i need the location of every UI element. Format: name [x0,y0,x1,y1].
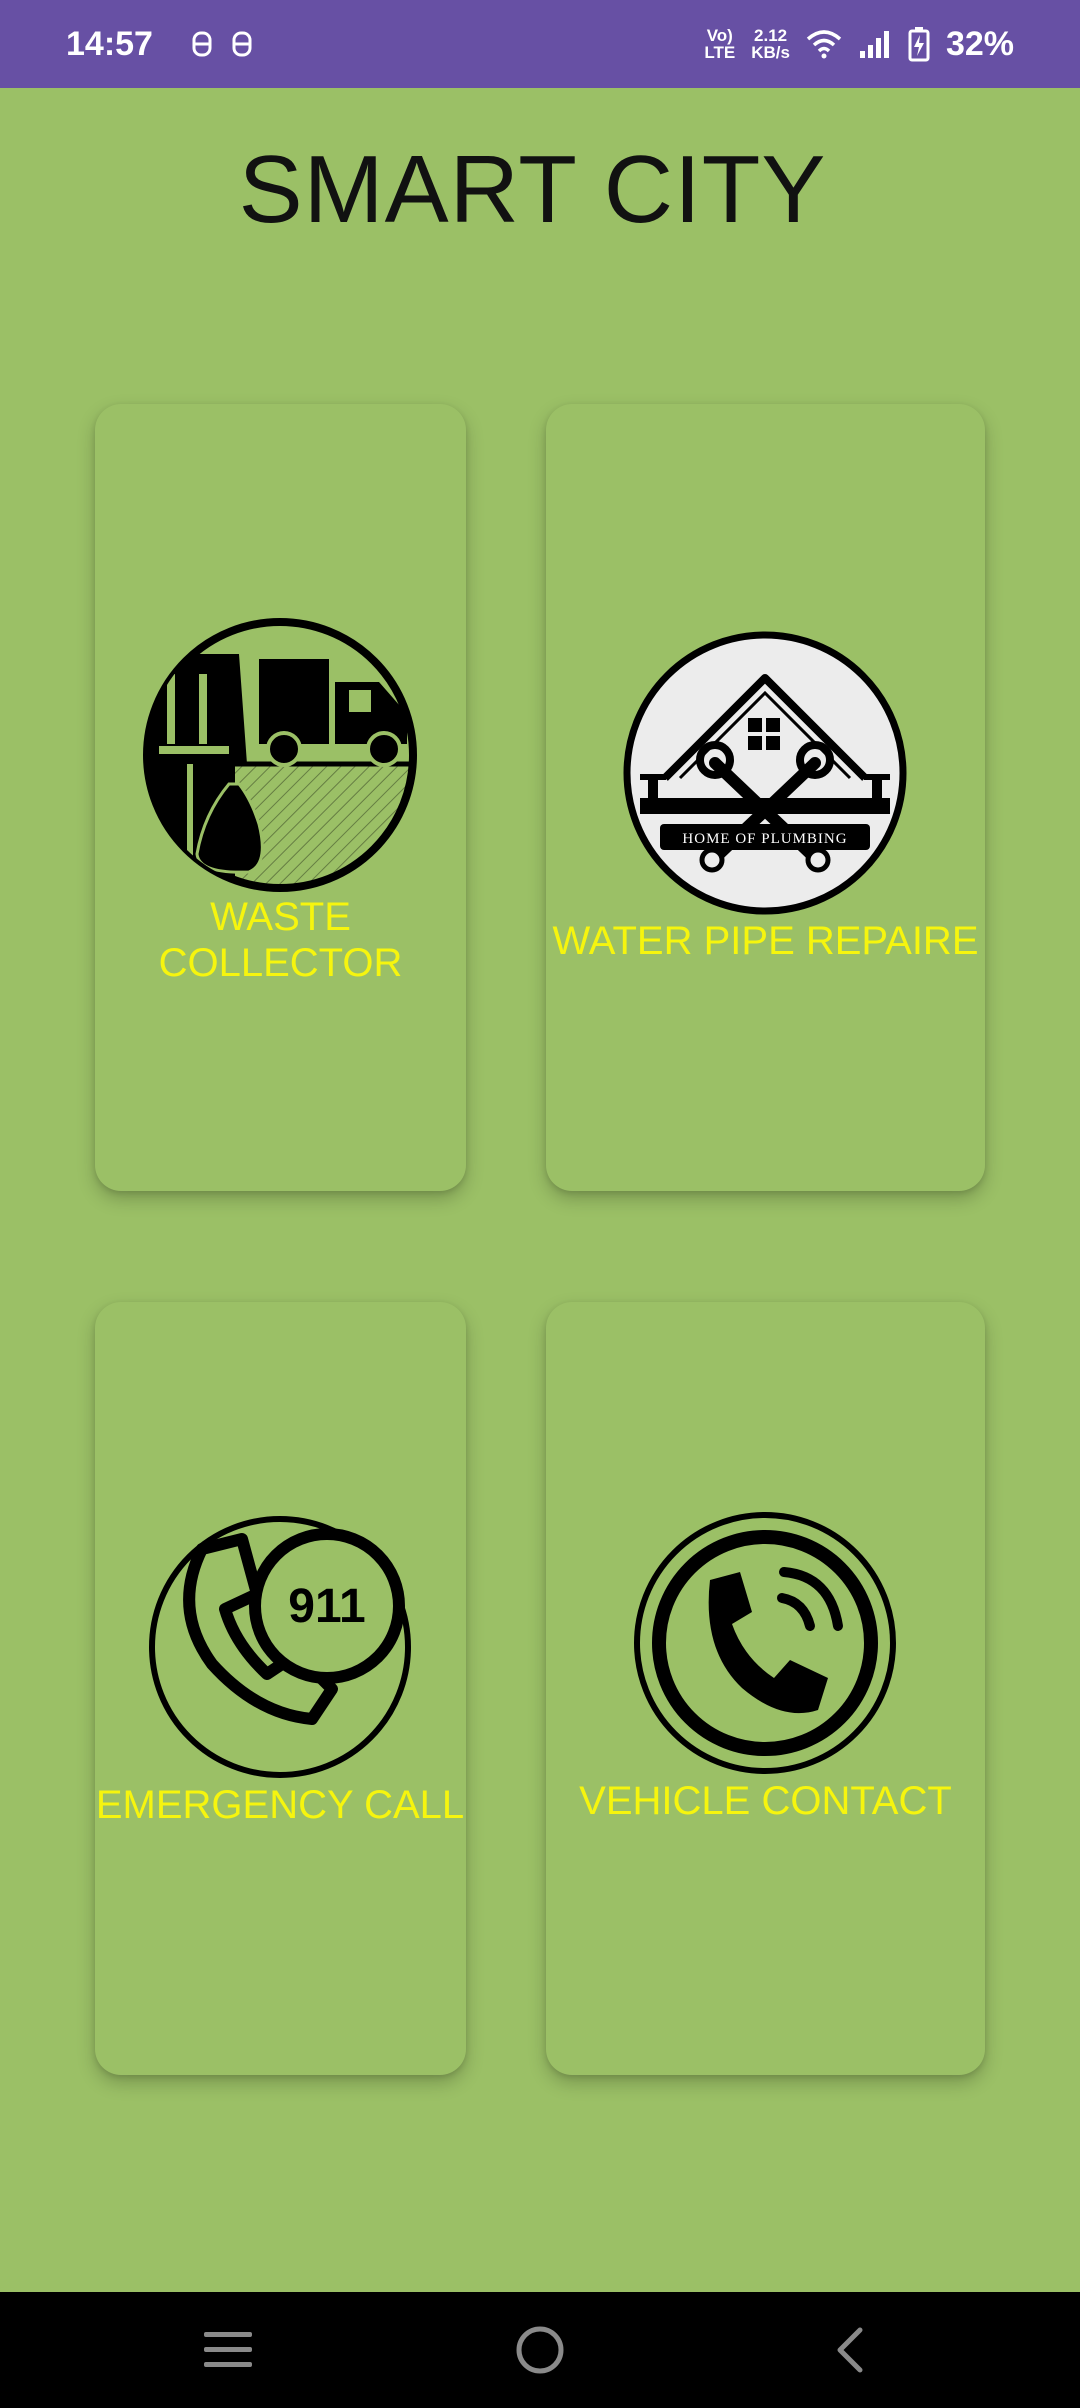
screen: 14:57 Vo) LTE 2.12 KB/s 32% SMART CITY W… [0,0,1080,2408]
status-bar: 14:57 Vo) LTE 2.12 KB/s 32% [0,0,1080,88]
volte-indicator: Vo) LTE [704,26,736,62]
battery-percent: 32% [945,24,1014,63]
back-button[interactable] [815,2320,885,2380]
emergency-call-label: EMERGENCY CALL [95,1783,465,1827]
water-pipe-repair-card[interactable]: HOME OF PLUMBING WATER PIPE REPAIRE [546,404,985,1191]
system-icons: Vo) LTE 2.12 KB/s 32% [704,25,1014,64]
battery-charging-icon [908,27,930,62]
notification-icons [191,30,253,58]
recents-button[interactable] [193,2320,263,2380]
emergency-call-card[interactable]: 911 EMERGENCY CALL [95,1302,466,2075]
emergency-911-icon: 911 [149,1516,411,1778]
garbage-collector-icon [143,618,417,892]
plumbing-icon: HOME OF PLUMBING [623,631,907,915]
vehicle-contact-card[interactable]: VEHICLE CONTACT [546,1302,985,2075]
status-time: 14:57 [66,24,153,63]
menu-icon [204,2332,252,2367]
waste-collector-card[interactable]: WASTE COLLECTOR [95,404,466,1191]
water-pipe-repair-label: WATER PIPE REPAIRE [552,919,979,963]
wifi-icon [806,30,842,59]
home-circle-icon [516,2326,564,2374]
notification-app-icon [192,31,212,57]
back-chevron-icon [837,2327,863,2373]
waste-collector-label: WASTE COLLECTOR [158,895,403,985]
plumbing-badge-text: HOME OF PLUMBING [682,831,847,847]
signal-icon [859,31,889,58]
vehicle-contact-label: VEHICLE CONTACT [579,1779,952,1823]
phone-call-icon [634,1512,896,1774]
network-speed: 2.12 KB/s [751,26,790,62]
notification-app-icon [232,31,252,57]
page-title: SMART CITY [238,136,827,243]
navigation-bar [0,2292,1080,2408]
emergency-911-text: 911 [288,1580,365,1633]
home-button[interactable] [505,2320,575,2380]
